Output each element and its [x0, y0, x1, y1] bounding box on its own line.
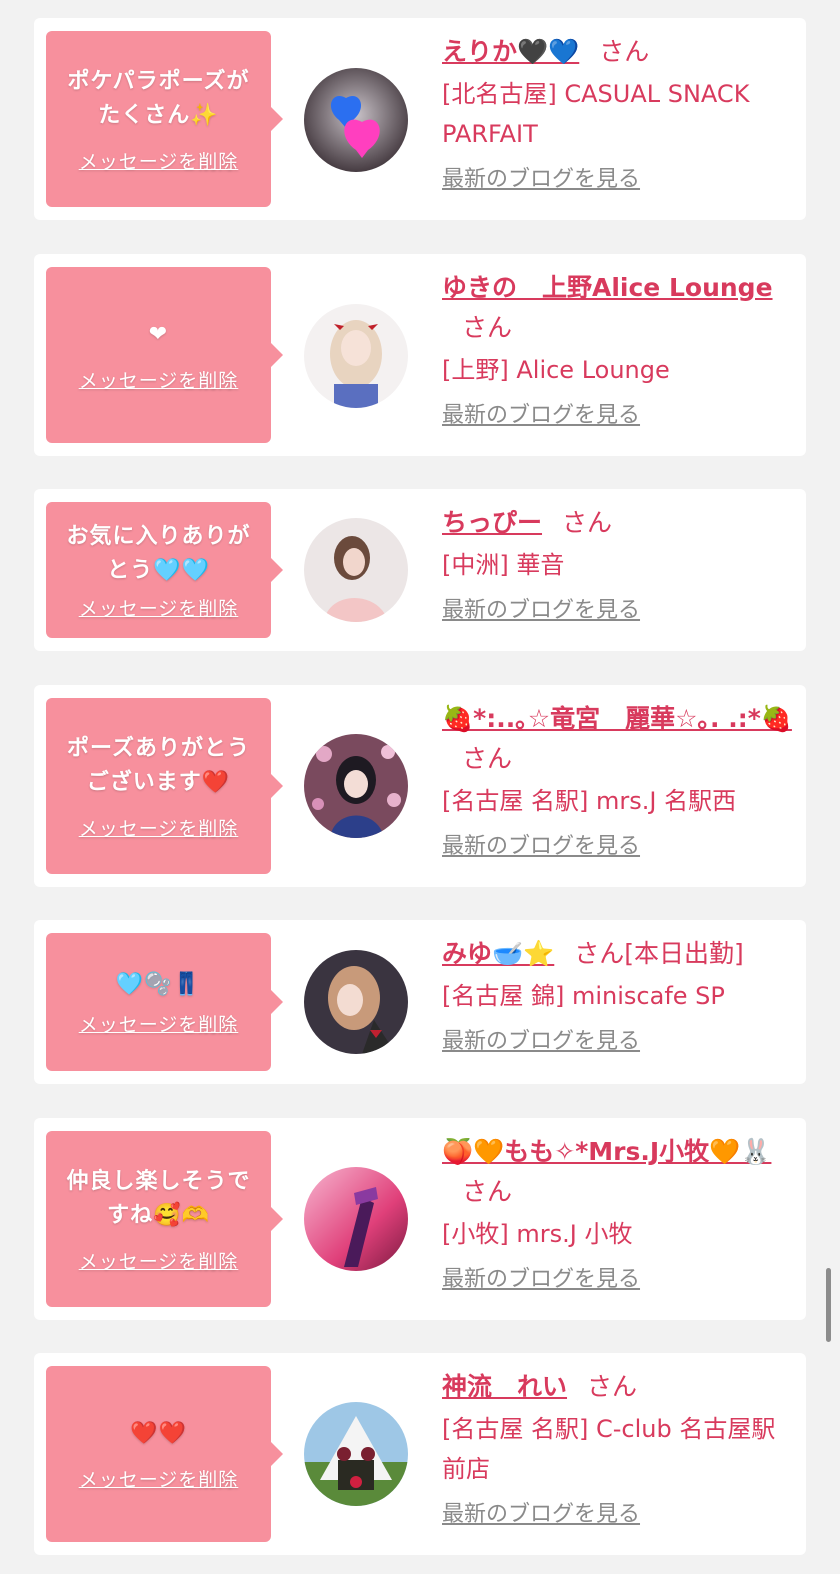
- avatar-onigiri-icon: [304, 1402, 408, 1506]
- message-card: 🩵🫧👖 メッセージを削除 みゆ🥣⭐ さん[本日出勤] [名古屋 錦] minisc…: [34, 920, 806, 1084]
- delete-message-link[interactable]: メッセージを削除: [79, 1247, 239, 1274]
- delete-message-link[interactable]: メッセージを削除: [79, 814, 239, 841]
- name-line: 🍓*:..｡☆竜宮 麗華☆｡. .:*🍓 さん: [442, 699, 794, 779]
- message-bubble: ❤ メッセージを削除: [46, 267, 283, 443]
- name-line: ちっぴー さん: [442, 503, 794, 543]
- message-card: ポーズありがとうございます❤️ メッセージを削除 🍓*:..｡☆竜宮 麗華☆｡.…: [34, 685, 806, 887]
- blog-link[interactable]: 最新のブログを見る: [442, 1024, 640, 1060]
- blog-link[interactable]: 最新のブログを見る: [442, 829, 640, 865]
- delete-message-link[interactable]: メッセージを削除: [79, 1010, 239, 1037]
- message-card: 仲良し楽しそうですね🥰🫶 メッセージを削除 🍑🧡もも✧*Mrs.J小牧🧡🐰 さん …: [34, 1118, 806, 1320]
- honorific: さん: [462, 313, 513, 342]
- name-line: 神流 れい さん: [442, 1367, 794, 1407]
- cast-name-link[interactable]: みゆ🥣⭐: [442, 939, 554, 968]
- honorific: さん: [587, 1372, 638, 1401]
- avatar-blonde-girl-icon: [304, 304, 408, 408]
- blog-link[interactable]: 最新のブログを見る: [442, 162, 640, 198]
- scrollbar-thumb[interactable]: [826, 1268, 831, 1342]
- message-bubble: 🩵🫧👖 メッセージを削除: [46, 933, 283, 1071]
- shop-text: [上野] Alice Lounge: [442, 356, 670, 384]
- avatar-kimono-girl-icon: [304, 734, 408, 838]
- shop-text: [名古屋 名駅] mrs.J 名駅西: [442, 787, 737, 815]
- delete-message-link[interactable]: メッセージを削除: [79, 594, 239, 621]
- shop-text: [小牧] mrs.J 小牧: [442, 1220, 633, 1248]
- avatar[interactable]: [304, 734, 408, 838]
- avatar[interactable]: [304, 1167, 408, 1271]
- cast-info: 🍓*:..｡☆竜宮 麗華☆｡. .:*🍓 さん [名古屋 名駅] mrs.J 名駅…: [442, 699, 794, 865]
- avatar-girl-selfie-icon: [304, 950, 408, 1054]
- cast-name-link[interactable]: 🍓*:..｡☆竜宮 麗華☆｡. .:*🍓: [442, 704, 792, 733]
- message-text: ❤: [148, 321, 169, 347]
- honorific: さん: [562, 508, 613, 537]
- shop-text: [中洲] 華音: [442, 551, 565, 579]
- blog-link[interactable]: 最新のブログを見る: [442, 1262, 640, 1298]
- avatar[interactable]: [304, 304, 408, 408]
- blog-link[interactable]: 最新のブログを見る: [442, 1497, 640, 1533]
- message-text: ポケパラポーズがたくさん✨: [67, 68, 250, 128]
- status-text: [本日出勤]: [624, 939, 744, 968]
- message-card: ❤️❤️ メッセージを削除 神流 れい さん [名古屋 名駅] C-club 名古…: [34, 1353, 806, 1555]
- name-line: みゆ🥣⭐ さん[本日出勤]: [442, 934, 794, 974]
- cast-info: えりか🖤💙 さん [北名古屋] CASUAL SNACK PARFAIT 最新のブ…: [442, 32, 794, 198]
- avatar[interactable]: [304, 1402, 408, 1506]
- delete-message-link[interactable]: メッセージを削除: [79, 147, 239, 174]
- shop-text: [名古屋 錦] miniscafe SP: [442, 982, 725, 1010]
- delete-message-link[interactable]: メッセージを削除: [79, 366, 239, 393]
- message-card: お気に入りありがとう🩵🩵 メッセージを削除 ちっぴー さん [中洲] 華音 最新の…: [34, 489, 806, 651]
- blog-link[interactable]: 最新のブログを見る: [442, 593, 640, 629]
- avatar-pink-abstract-icon: [304, 1167, 408, 1271]
- cast-info: みゆ🥣⭐ さん[本日出勤] [名古屋 錦] miniscafe SP 最新のブログ…: [442, 934, 794, 1060]
- avatar[interactable]: [304, 950, 408, 1054]
- name-line: ゆきの 上野Alice Lounge さん: [442, 268, 794, 348]
- shop-text: [名古屋 名駅] C-club 名古屋駅前店: [442, 1415, 776, 1483]
- honorific: さん: [462, 1177, 513, 1206]
- avatar[interactable]: [304, 518, 408, 622]
- message-bubble: ❤️❤️ メッセージを削除: [46, 1366, 283, 1542]
- cast-name-link[interactable]: 神流 れい: [442, 1372, 567, 1401]
- cast-name-link[interactable]: えりか🖤💙: [442, 37, 579, 66]
- message-card: ❤ メッセージを削除 ゆきの 上野Alice Lounge さん [上野] Ali…: [34, 254, 806, 456]
- message-list: ポケパラポーズがたくさん✨ メッセージを削除 えりか🖤💙 さん [北名古屋] CA…: [0, 0, 840, 1574]
- cast-info: ちっぴー さん [中洲] 華音 最新のブログを見る: [442, 503, 794, 629]
- message-text: お気に入りありがとう🩵🩵: [66, 523, 251, 583]
- message-bubble: ポケパラポーズがたくさん✨ メッセージを削除: [46, 31, 283, 207]
- avatar-heart-photo-icon: [304, 68, 408, 172]
- message-bubble: ポーズありがとうございます❤️ メッセージを削除: [46, 698, 283, 874]
- shop-text: [北名古屋] CASUAL SNACK PARFAIT: [442, 80, 750, 148]
- honorific: さん: [462, 744, 513, 773]
- avatar-girl-pink-icon: [304, 518, 408, 622]
- name-line: えりか🖤💙 さん: [442, 32, 794, 72]
- message-text: 🩵🫧👖: [115, 971, 202, 997]
- message-bubble: 仲良し楽しそうですね🥰🫶 メッセージを削除: [46, 1131, 283, 1307]
- message-text: ポーズありがとうございます❤️: [67, 735, 250, 795]
- cast-name-link[interactable]: 🍑🧡もも✧*Mrs.J小牧🧡🐰: [442, 1137, 771, 1166]
- message-text: 仲良し楽しそうですね🥰🫶: [66, 1168, 251, 1228]
- avatar[interactable]: [304, 68, 408, 172]
- cast-info: ゆきの 上野Alice Lounge さん [上野] Alice Lounge 最…: [442, 268, 794, 434]
- cast-name-link[interactable]: ちっぴー: [442, 508, 542, 537]
- cast-info: 神流 れい さん [名古屋 名駅] C-club 名古屋駅前店 最新のブログを見る: [442, 1367, 794, 1533]
- cast-info: 🍑🧡もも✧*Mrs.J小牧🧡🐰 さん [小牧] mrs.J 小牧 最新のブログを見…: [442, 1132, 794, 1298]
- delete-message-link[interactable]: メッセージを削除: [79, 1465, 239, 1492]
- message-card: ポケパラポーズがたくさん✨ メッセージを削除 えりか🖤💙 さん [北名古屋] CA…: [34, 18, 806, 220]
- name-line: 🍑🧡もも✧*Mrs.J小牧🧡🐰 さん: [442, 1132, 794, 1212]
- cast-name-link[interactable]: ゆきの 上野Alice Lounge: [442, 273, 773, 302]
- honorific: さん: [599, 37, 650, 66]
- blog-link[interactable]: 最新のブログを見る: [442, 398, 640, 434]
- message-text: ❤️❤️: [130, 1420, 187, 1446]
- message-bubble: お気に入りありがとう🩵🩵 メッセージを削除: [46, 502, 283, 638]
- honorific: さん: [574, 939, 625, 968]
